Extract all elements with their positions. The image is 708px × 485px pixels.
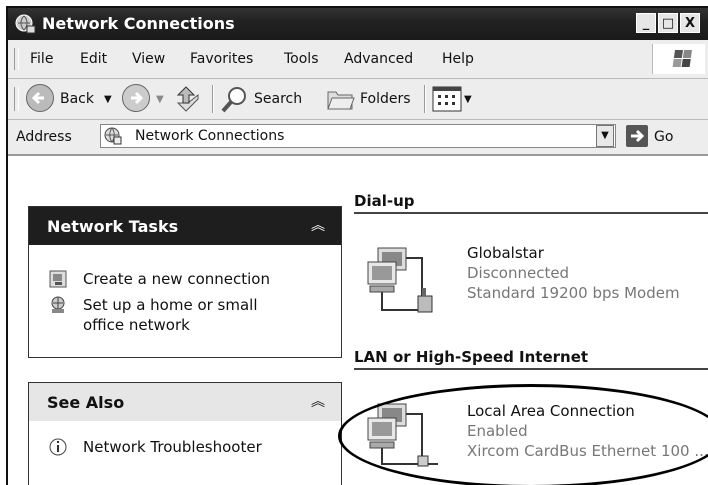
chevron-up-icon[interactable]: ︽ xyxy=(311,391,325,411)
network-tasks-panel: Network Tasks ︽ Create a new connection … xyxy=(28,206,342,358)
title-bar[interactable]: Network Connections _ □ X xyxy=(8,8,708,40)
maximize-button[interactable]: □ xyxy=(658,13,678,33)
back-dropdown-icon[interactable]: ▼ xyxy=(104,94,112,105)
menu-file[interactable]: File xyxy=(30,51,53,67)
windows-logo-icon xyxy=(652,44,705,74)
network-connections-icon xyxy=(15,14,36,34)
menu-view[interactable]: View xyxy=(132,51,165,67)
menu-favorites[interactable]: Favorites xyxy=(190,51,253,67)
network-connections-icon xyxy=(104,127,122,145)
up-folder-icon[interactable] xyxy=(174,85,202,113)
back-button[interactable]: Back xyxy=(60,91,94,107)
window-title: Network Connections xyxy=(42,14,235,33)
panel-title: See Also xyxy=(47,393,125,412)
address-bar: Address Network Connections ▼ Go xyxy=(8,120,708,156)
chevron-up-icon[interactable]: ︽ xyxy=(311,215,325,235)
views-icon[interactable] xyxy=(432,86,462,112)
go-arrow-icon[interactable] xyxy=(626,125,648,147)
menu-grip[interactable] xyxy=(14,48,19,70)
group-header-dialup: Dial-up xyxy=(354,192,415,210)
group-divider xyxy=(354,368,708,370)
task-label: Network Troubleshooter xyxy=(83,438,262,456)
menu-advanced[interactable]: Advanced xyxy=(344,51,413,67)
new-connection-icon xyxy=(49,270,67,288)
toolbar-grip[interactable] xyxy=(14,87,19,111)
panel-header[interactable]: Network Tasks ︽ xyxy=(29,207,341,245)
menu-help[interactable]: Help xyxy=(442,51,474,67)
dialup-connection-icon xyxy=(367,247,433,313)
group-divider xyxy=(354,212,708,214)
close-button[interactable]: X xyxy=(680,13,700,33)
toolbar: Back ▼ ▼ Search Folders ▼ xyxy=(8,79,708,120)
folders-button[interactable]: Folders xyxy=(360,91,411,107)
window: Network Connections _ □ X File Edit View… xyxy=(6,6,708,485)
back-arrow-icon[interactable] xyxy=(26,84,54,112)
toolbar-separator xyxy=(424,85,426,113)
menu-tools[interactable]: Tools xyxy=(284,51,319,67)
info-icon xyxy=(49,438,67,456)
menu-bar: File Edit View Favorites Tools Advanced … xyxy=(8,40,708,79)
connection-status: Disconnected xyxy=(467,264,570,282)
connection-name: Globalstar xyxy=(467,244,544,262)
search-button[interactable]: Search xyxy=(254,91,302,107)
address-label: Address xyxy=(16,129,72,145)
task-label: Create a new connection xyxy=(83,270,270,288)
panel-header[interactable]: See Also ︽ xyxy=(29,383,341,421)
search-icon[interactable] xyxy=(220,84,250,114)
forward-dropdown-icon[interactable]: ▼ xyxy=(156,94,164,105)
menu-edit[interactable]: Edit xyxy=(80,51,107,67)
task-pane: Network Tasks ︽ Create a new connection … xyxy=(8,156,352,485)
minimize-button[interactable]: _ xyxy=(636,13,656,33)
task-label-line1: Set up a home or small xyxy=(83,296,258,314)
home-network-icon xyxy=(51,296,65,313)
connection-device: Standard 19200 bps Modem xyxy=(467,284,680,302)
see-also-panel: See Also ︽ Network Troubleshooter xyxy=(28,382,342,485)
address-field[interactable]: Network Connections xyxy=(100,124,616,148)
forward-arrow-icon[interactable] xyxy=(122,84,150,112)
address-value: Network Connections xyxy=(135,128,285,144)
go-button[interactable]: Go xyxy=(654,129,673,145)
toolbar-separator xyxy=(212,85,214,113)
folders-icon[interactable] xyxy=(326,86,356,112)
task-label-line2: office network xyxy=(83,316,190,334)
panel-title: Network Tasks xyxy=(47,217,179,236)
connection-globalstar[interactable]: Globalstar Disconnected Standard 19200 b… xyxy=(354,240,708,316)
views-dropdown-icon[interactable]: ▼ xyxy=(464,94,472,105)
address-dropdown-icon[interactable]: ▼ xyxy=(596,125,614,147)
group-header-lan: LAN or High-Speed Internet xyxy=(354,348,589,366)
highlight-ellipse xyxy=(338,384,708,485)
